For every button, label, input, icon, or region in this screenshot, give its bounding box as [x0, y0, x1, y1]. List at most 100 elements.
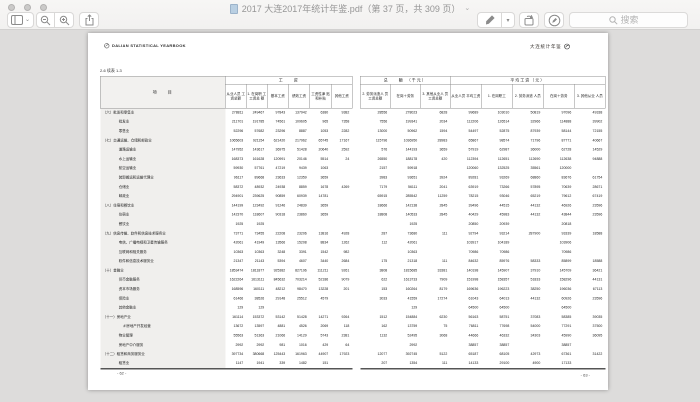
row-label: 住宿业 — [100, 211, 225, 220]
cell: 65219 — [512, 192, 543, 201]
cell: 93269 — [481, 173, 512, 182]
table-row: 129645006450064500 — [360, 303, 605, 312]
zoom-out-button[interactable] — [36, 12, 55, 28]
cell: 153372 — [246, 313, 267, 322]
table-row: （六）批发和零售业2788112494679784313794263809382 — [100, 108, 352, 117]
cell: 70639 — [543, 183, 574, 192]
document-scroll-area[interactable]: DALIAN STATISTICAL YEARBOOK 大连统计年鉴 2-6 续… — [0, 31, 700, 402]
cell — [360, 248, 390, 257]
cell: 38526 — [246, 294, 267, 303]
cell: 28983 — [420, 136, 450, 145]
wages-table-right: 总 额 （千元） 平均工资（元） 2. 劳务派遣人 员工资总额 在岗＋劳务 3.… — [360, 76, 606, 369]
cell: 18588 — [574, 229, 605, 238]
cell: 109605 — [288, 118, 310, 127]
cell — [512, 220, 543, 229]
cell: 112206 — [450, 118, 481, 127]
cell: 84632 — [450, 257, 481, 266]
cell: 58372 — [225, 183, 246, 192]
column-header: 2. 劳务派遣人 员工资总额 — [360, 84, 390, 108]
zoom-in-button[interactable] — [55, 12, 74, 28]
table-row: 仓储业583724893224938885916784269 — [100, 183, 352, 192]
cell: 1063 — [310, 164, 332, 173]
markup-pen-button[interactable] — [477, 12, 502, 28]
row-label: 电信、广播电视和卫星传输服务 — [100, 238, 225, 247]
search-input[interactable] — [621, 15, 649, 25]
cell: 44131 — [574, 276, 605, 285]
cell: 339 — [267, 359, 288, 368]
cell — [267, 220, 288, 229]
table-row: 57614419336595791962987360006272814529 — [360, 145, 605, 154]
cell: 13759 — [390, 322, 420, 331]
cell: 3068 — [420, 331, 450, 340]
cell: 32966 — [512, 118, 543, 127]
cell: 925382 — [267, 266, 288, 275]
title-chevron-down-icon[interactable]: ⌄ — [464, 6, 470, 12]
cell: 3924 — [420, 173, 450, 182]
right-table-header: 总 额 （千元） 平均工资（元） 2. 劳务派遣人 员工资总额 在岗＋劳务 3.… — [360, 76, 605, 108]
pdf-page: DALIAN STATISTICAL YEARBOOK 大连统计年鉴 2-6 续… — [88, 33, 608, 390]
cell: 99689 — [450, 108, 481, 117]
cell: 196036 — [543, 285, 574, 294]
cell: 51363 — [246, 331, 267, 340]
cell: 168373 — [225, 155, 246, 164]
cell: 15208 — [288, 238, 310, 247]
cell: 8859 — [288, 183, 310, 192]
page-number-right: - 63 - — [581, 373, 590, 378]
cell: 58385 — [543, 313, 574, 322]
cell: 1482 — [288, 359, 310, 368]
cell: 67113 — [574, 285, 605, 294]
rotate-button[interactable] — [519, 12, 539, 28]
sidebar-toggle-button[interactable]: ⌄ — [7, 12, 34, 28]
total-group-header: 总 额 （千元） — [360, 76, 450, 84]
table-row: 餐饮业19251925 — [100, 220, 352, 229]
cell: 76811 — [450, 322, 481, 331]
cell: 44515 — [481, 201, 512, 210]
cell: 24938 — [267, 183, 288, 192]
cell: 70986 — [543, 248, 574, 257]
page-header-right-text: 大连统计年鉴 — [530, 43, 562, 50]
cell: 162 — [360, 322, 390, 331]
markup-toolbar-button[interactable] — [544, 12, 564, 28]
cell: 1594 — [420, 127, 450, 136]
row-label: （七）交通运输、仓储和邮政业 — [100, 136, 225, 145]
cell: 85976 — [481, 257, 512, 266]
table-row: 7556199341203411220612651432966114888399… — [360, 118, 605, 127]
cell: 52495 — [390, 331, 420, 340]
table-row: （九）信息传输、软件和信息技术服务业7377173455222082320613… — [100, 229, 352, 238]
yearbook-logo-icon — [104, 43, 110, 49]
cell: 191785 — [246, 118, 267, 127]
cell: 65745 — [310, 136, 332, 145]
cell: 44132 — [512, 201, 543, 210]
row-label: 软件和信息技术服务业 — [100, 257, 225, 266]
cell: 38857 — [450, 341, 481, 350]
table-row: 2655018817842011239411265111269011263894… — [360, 155, 605, 164]
cell: 28671 — [574, 183, 605, 192]
cell: 48932 — [246, 183, 267, 192]
cell: 48212 — [267, 285, 288, 294]
cell: 420 — [420, 155, 450, 164]
cell: 9264 — [331, 313, 352, 322]
column-header: 基本工资 — [267, 84, 288, 108]
cell: 153 — [360, 285, 390, 294]
item-column-header: 项 目 — [100, 76, 225, 108]
cell: 2992 — [225, 341, 246, 350]
cell: 7556 — [360, 118, 390, 127]
cell: 10363 — [225, 248, 246, 257]
cell: 61754 — [574, 173, 605, 182]
average-group-header: 平均工资（元） — [450, 76, 605, 84]
search-field[interactable] — [569, 12, 688, 28]
share-button[interactable] — [79, 12, 99, 28]
cell: 151998 — [450, 276, 481, 285]
markup-pen-dropdown[interactable]: ▾ — [502, 12, 515, 28]
cell: 981 — [267, 341, 288, 350]
cell: 90318 — [267, 211, 288, 220]
row-label: 装卸搬运和运输代理业 — [100, 173, 225, 182]
cell: 21318 — [390, 257, 420, 266]
cell: 13566 — [267, 238, 288, 247]
cell: 29100 — [481, 359, 512, 368]
cell: 44666 — [450, 331, 481, 340]
cell: 42061 — [390, 238, 420, 247]
table-row: 3808181568533381140198145907379101457093… — [360, 266, 605, 275]
column-header: 3. 其他从业 人员 — [574, 84, 605, 108]
cell: 3033 — [360, 294, 390, 303]
